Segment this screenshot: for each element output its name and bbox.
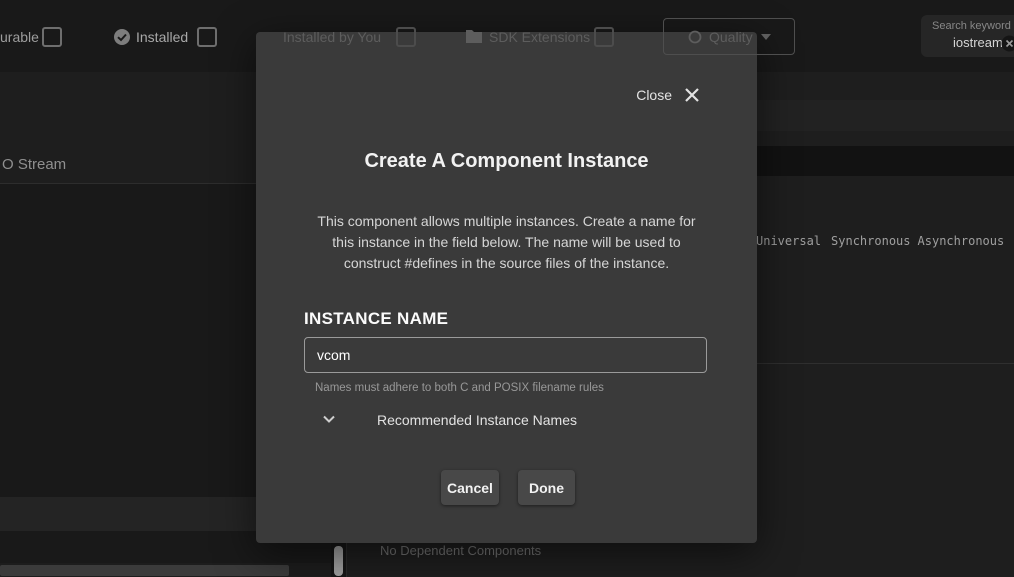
search-box[interactable]: Search keyword iostream — [921, 15, 1014, 57]
dialog-description-line: This component allows multiple instances… — [256, 211, 757, 232]
dialog-title: Create A Component Instance — [256, 150, 757, 173]
filter-installed-label: Installed — [136, 29, 188, 45]
create-instance-dialog: Close Create A Component Instance This c… — [256, 32, 757, 543]
instance-name-label: INSTANCE NAME — [304, 309, 448, 329]
chevron-down-icon — [320, 410, 338, 428]
done-button[interactable]: Done — [518, 470, 575, 505]
close-button[interactable]: Close — [636, 87, 700, 103]
dialog-description: This component allows multiple instances… — [256, 211, 757, 274]
section-header-io-stream: O Stream — [2, 156, 66, 173]
instance-name-input[interactable] — [304, 337, 707, 373]
tag-universal: Universal — [756, 234, 821, 248]
cancel-button[interactable]: Cancel — [441, 470, 499, 505]
tag-asynchronous: Asynchronous — [918, 234, 1005, 248]
installed-checkbox[interactable] — [197, 27, 217, 47]
no-dependent-components-label: No Dependent Components — [380, 543, 541, 558]
recommended-names-label: Recommended Instance Names — [377, 412, 577, 428]
instance-name-hint: Names must adhere to both C and POSIX fi… — [315, 382, 604, 394]
search-input-value: iostream — [953, 35, 1003, 50]
component-tags-row: Universal Synchronous Asynchronous — [756, 234, 1004, 248]
filter-configurable-label: urable — [0, 29, 39, 45]
app-window: urable Installed Search keyword iostream… — [0, 0, 1014, 577]
clear-search-icon[interactable] — [1001, 35, 1014, 52]
recommended-names-expander[interactable]: Recommended Instance Names — [304, 406, 707, 434]
close-button-label: Close — [636, 87, 672, 103]
configurable-checkbox[interactable] — [42, 27, 62, 47]
check-circle-icon — [113, 28, 131, 46]
horizontal-scrollbar-thumb[interactable] — [0, 565, 289, 576]
search-placeholder-label: Search keyword — [932, 20, 1011, 32]
dialog-description-line: construct #defines in the source files o… — [256, 253, 757, 274]
vertical-scrollbar-thumb[interactable] — [334, 546, 343, 576]
close-icon — [684, 87, 700, 103]
tag-synchronous: Synchronous — [831, 234, 910, 248]
dialog-description-line: this instance in the field below. The na… — [256, 232, 757, 253]
